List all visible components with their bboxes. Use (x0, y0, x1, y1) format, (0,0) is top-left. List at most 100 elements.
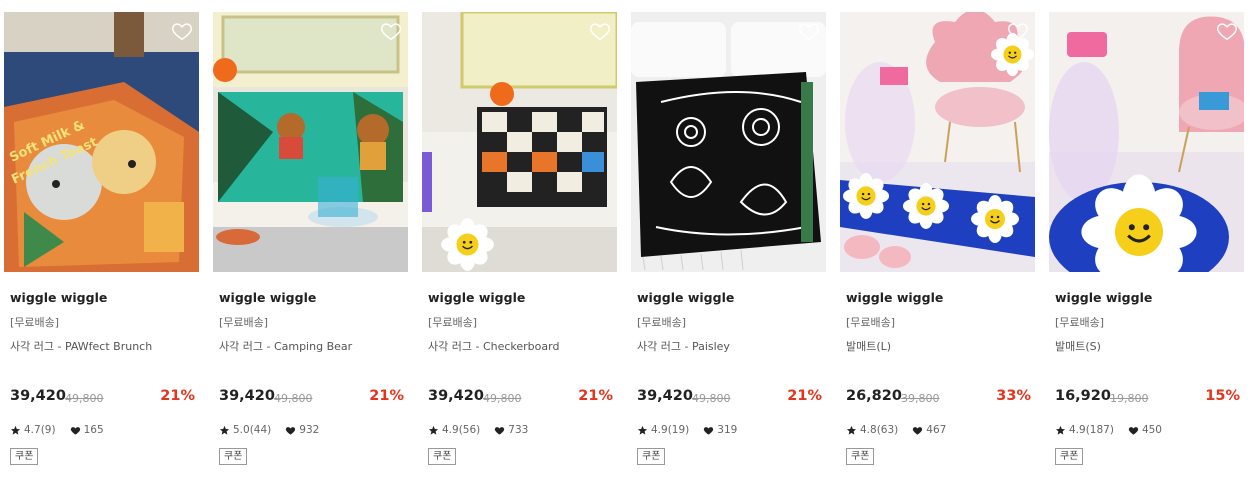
product-name[interactable]: 발매트(L) (846, 338, 891, 354)
discount-rate: 21% (160, 388, 195, 404)
original-price: 39,800 (901, 392, 940, 405)
brand-name[interactable]: wiggle wiggle (637, 290, 734, 305)
product-name[interactable]: 사각 러그 - PAWfect Brunch (10, 338, 152, 354)
brand-name[interactable]: wiggle wiggle (10, 290, 107, 305)
likes: 733 (494, 424, 528, 436)
likes-count: 733 (508, 424, 529, 436)
rug-photo-checkerboard (422, 12, 617, 272)
sale-price: 39,420 (428, 388, 484, 404)
product-card[interactable]: wiggle wiggle [무료배송] 사각 러그 - Checkerboar… (422, 12, 617, 482)
rug-photo-pawfect-brunch: Soft Milk & French Toast (4, 12, 199, 272)
rug-photo-camping-bear (213, 12, 408, 272)
original-price: 49,800 (274, 392, 313, 405)
review-stats: 4.9(19) 319 (637, 424, 737, 436)
coupon-badge: 쿠폰 (428, 448, 457, 465)
wishlist-heart-icon[interactable] (171, 20, 193, 42)
brand-name[interactable]: wiggle wiggle (1055, 290, 1152, 305)
rating-value: 5.0(44) (233, 424, 272, 436)
heart-icon (1128, 425, 1139, 436)
brand-name[interactable]: wiggle wiggle (219, 290, 316, 305)
product-name[interactable]: 사각 러그 - Camping Bear (219, 338, 352, 354)
rating-value: 4.9(56) (442, 424, 481, 436)
likes: 932 (285, 424, 319, 436)
likes-count: 450 (1141, 424, 1162, 436)
product-image[interactable] (213, 12, 408, 272)
original-price: 49,800 (692, 392, 731, 405)
sale-price: 39,420 (637, 388, 693, 404)
discount-rate: 21% (578, 388, 613, 404)
product-image[interactable] (631, 12, 826, 272)
original-price: 19,800 (1110, 392, 1149, 405)
shipping-tag: [무료배송] (1055, 316, 1105, 329)
star-icon (1055, 425, 1066, 436)
original-price: 49,800 (483, 392, 522, 405)
wishlist-heart-icon[interactable] (589, 20, 611, 42)
coupon-badge: 쿠폰 (219, 448, 248, 465)
product-card[interactable]: wiggle wiggle [무료배송] 사각 러그 - Paisley 39,… (631, 12, 826, 482)
star-icon (428, 425, 439, 436)
discount-rate: 21% (369, 388, 404, 404)
likes: 467 (912, 424, 946, 436)
likes-count: 932 (299, 424, 320, 436)
review-stats: 5.0(44) 932 (219, 424, 319, 436)
likes-count: 165 (83, 424, 104, 436)
product-image[interactable] (840, 12, 1035, 272)
rating-value: 4.7(9) (24, 424, 56, 436)
wishlist-heart-icon[interactable] (798, 20, 820, 42)
bathmat-photo-small (1049, 12, 1244, 272)
product-image[interactable]: Soft Milk & French Toast (4, 12, 199, 272)
shipping-tag: [무료배송] (846, 316, 896, 329)
product-name[interactable]: 사각 러그 - Paisley (637, 338, 730, 354)
brand-name[interactable]: wiggle wiggle (428, 290, 525, 305)
discount-rate: 33% (996, 388, 1031, 404)
star-icon (637, 425, 648, 436)
shipping-tag: [무료배송] (637, 316, 687, 329)
original-price: 49,800 (65, 392, 104, 405)
coupon-badge: 쿠폰 (1055, 448, 1084, 465)
review-stats: 4.7(9) 165 (10, 424, 104, 436)
heart-icon (703, 425, 714, 436)
product-card[interactable]: Soft Milk & French Toast wiggle wiggle [… (4, 12, 199, 482)
brand-name[interactable]: wiggle wiggle (846, 290, 943, 305)
review-stats: 4.8(63) 467 (846, 424, 946, 436)
wishlist-heart-icon[interactable] (380, 20, 402, 42)
sale-price: 26,820 (846, 388, 902, 404)
likes: 450 (1128, 424, 1162, 436)
coupon-badge: 쿠폰 (846, 448, 875, 465)
sale-price: 39,420 (219, 388, 275, 404)
wishlist-heart-icon[interactable] (1007, 20, 1029, 42)
likes: 165 (70, 424, 104, 436)
coupon-badge: 쿠폰 (10, 448, 39, 465)
heart-icon (912, 425, 923, 436)
review-stats: 4.9(56) 733 (428, 424, 528, 436)
heart-icon (285, 425, 296, 436)
heart-icon (70, 425, 81, 436)
likes-count: 467 (926, 424, 947, 436)
wishlist-heart-icon[interactable] (1216, 20, 1238, 42)
product-image[interactable] (1049, 12, 1244, 272)
discount-rate: 15% (1205, 388, 1240, 404)
product-card[interactable]: wiggle wiggle [무료배송] 발매트(S) 16,920 19,80… (1049, 12, 1244, 482)
product-image[interactable] (422, 12, 617, 272)
product-name[interactable]: 발매트(S) (1055, 338, 1101, 354)
likes: 319 (703, 424, 737, 436)
sale-price: 16,920 (1055, 388, 1111, 404)
heart-icon (494, 425, 505, 436)
rug-photo-paisley (631, 12, 826, 272)
star-icon (846, 425, 857, 436)
likes-count: 319 (717, 424, 738, 436)
shipping-tag: [무료배송] (10, 316, 60, 329)
checker-blanket (477, 107, 607, 207)
rating-value: 4.9(19) (651, 424, 690, 436)
rating-value: 4.8(63) (860, 424, 899, 436)
coupon-badge: 쿠폰 (637, 448, 666, 465)
product-card[interactable]: wiggle wiggle [무료배송] 발매트(L) 26,820 39,80… (840, 12, 1035, 482)
product-name[interactable]: 사각 러그 - Checkerboard (428, 338, 559, 354)
review-stats: 4.9(187) 450 (1055, 424, 1162, 436)
product-card[interactable]: wiggle wiggle [무료배송] 사각 러그 - Camping Bea… (213, 12, 408, 482)
shipping-tag: [무료배송] (219, 316, 269, 329)
bathmat-photo-large (840, 12, 1035, 272)
star-icon (10, 425, 21, 436)
discount-rate: 21% (787, 388, 822, 404)
sale-price: 39,420 (10, 388, 66, 404)
